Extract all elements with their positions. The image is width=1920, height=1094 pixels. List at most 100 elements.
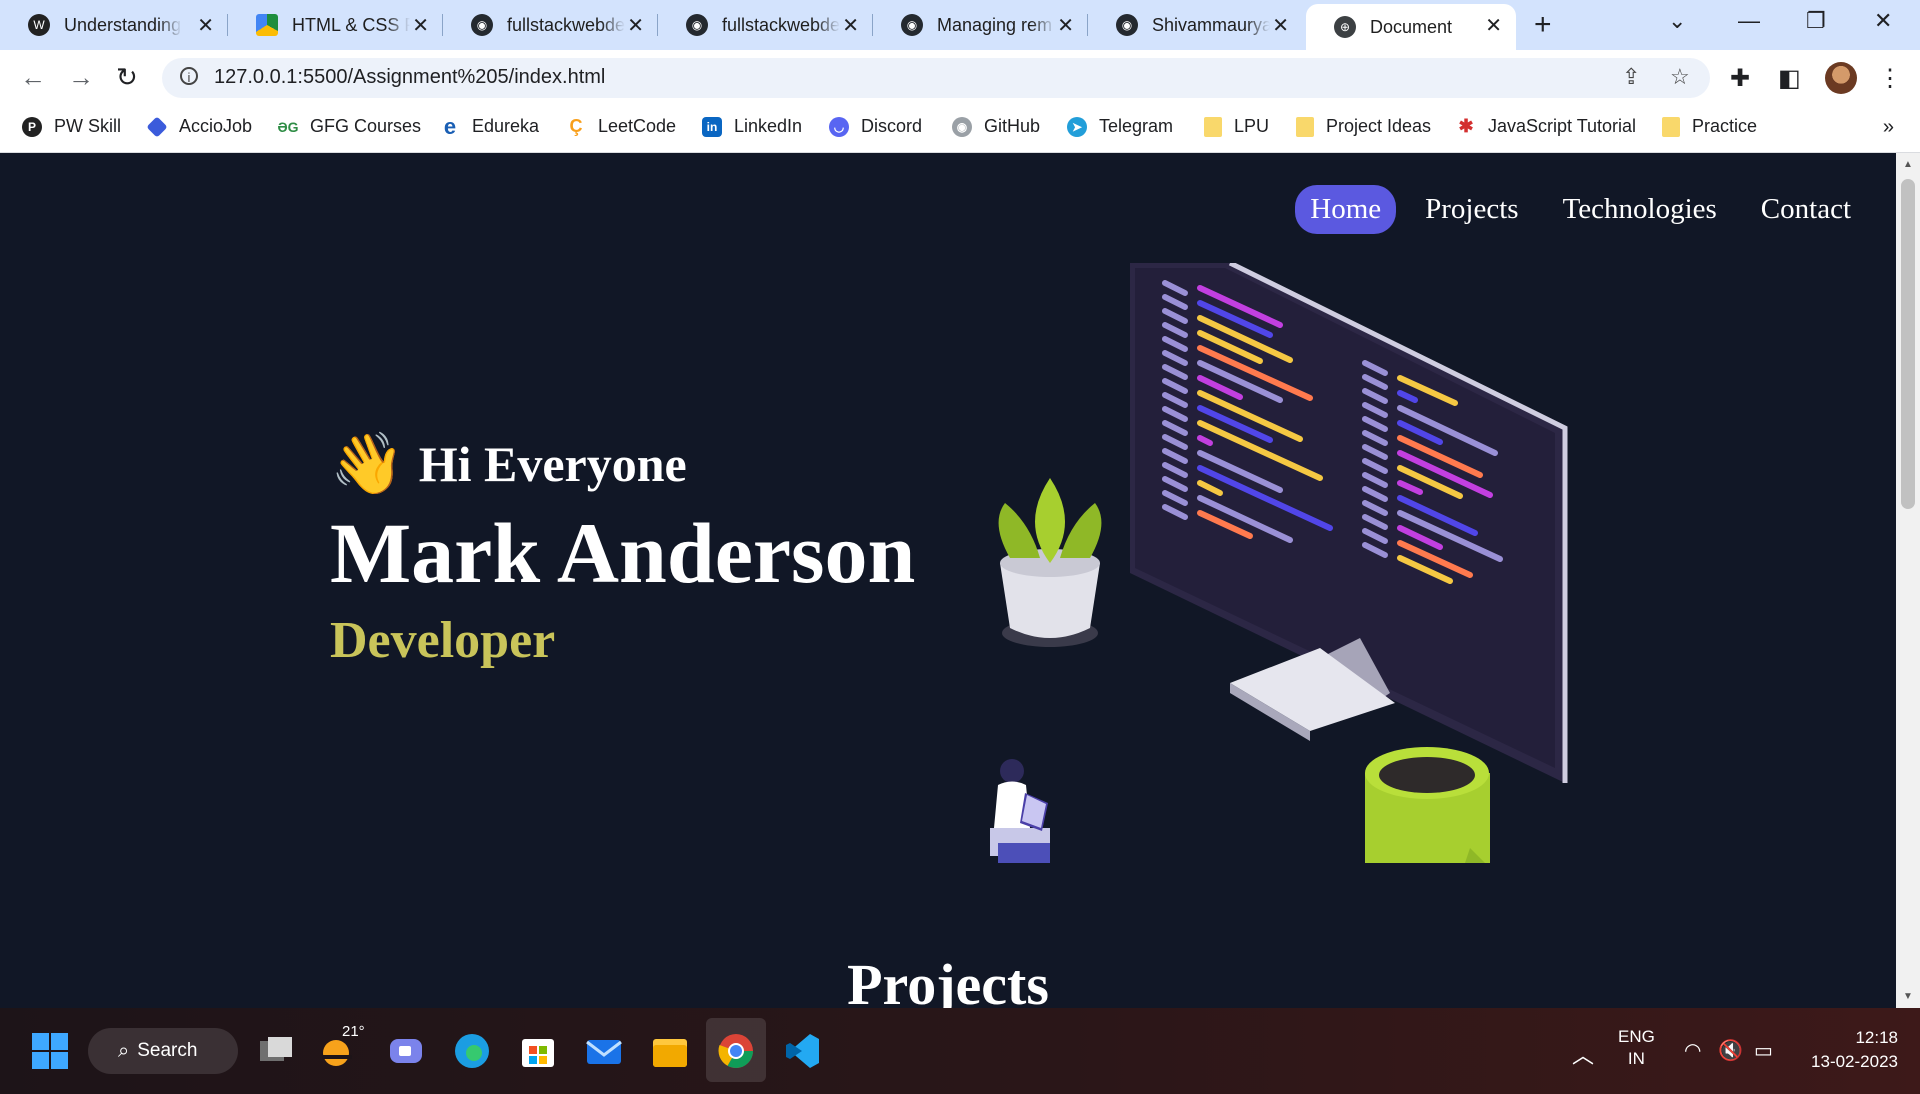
extensions-icon[interactable]: ✚ (1730, 64, 1750, 93)
bookmark-discord[interactable]: ◡ Discord (829, 116, 922, 137)
mail-icon[interactable] (584, 1031, 624, 1071)
forward-button[interactable]: → (68, 62, 94, 93)
greeting-text: Hi Everyone (418, 435, 687, 492)
telegram-icon: ➤ (1067, 116, 1087, 137)
close-icon[interactable]: ✕ (1057, 13, 1074, 38)
bookmark-practice[interactable]: Practice (1662, 116, 1757, 137)
tab-fullstack-2[interactable]: ◉ fullstackwebde ✕ (658, 0, 873, 50)
language-indicator[interactable]: ENG IN (1618, 1026, 1655, 1070)
volume-muted-icon[interactable]: 🔇 (1718, 1038, 1743, 1063)
teams-chat-icon[interactable] (386, 1031, 426, 1071)
lang-code: ENG (1618, 1027, 1655, 1046)
nav-contact[interactable]: Contact (1746, 185, 1866, 234)
back-button[interactable]: ← (20, 62, 46, 93)
file-explorer-icon[interactable] (650, 1031, 690, 1071)
monitor-icon (1130, 263, 1568, 783)
clock-date: 13-02-2023 (1811, 1052, 1898, 1071)
restore-button[interactable]: ❐ (1806, 8, 1826, 34)
taskbar-search[interactable]: ⌕ Search (88, 1028, 238, 1074)
close-icon[interactable]: ✕ (1485, 13, 1502, 38)
close-window-button[interactable]: ✕ (1874, 8, 1892, 34)
bookmark-github[interactable]: ◉ GitHub (952, 116, 1040, 137)
bookmark-label: LeetCode (598, 116, 677, 136)
scroll-down-icon[interactable]: ▼ (1903, 991, 1913, 1002)
developer-illustration (990, 263, 1568, 863)
github-icon: ◉ (901, 14, 923, 36)
bookmark-acciojob[interactable]: AccioJob (146, 115, 252, 138)
bookmark-label: Telegram (1099, 116, 1174, 136)
windows-start-icon[interactable] (30, 1031, 70, 1071)
reload-button[interactable]: ↻ (116, 62, 138, 93)
vscode-icon[interactable] (782, 1031, 822, 1071)
hero-name: Mark Anderson (330, 505, 916, 601)
bookmark-leetcode[interactable]: Ç LeetCode (566, 116, 677, 137)
nav-projects[interactable]: Projects (1410, 185, 1533, 234)
folder-icon (1204, 116, 1222, 137)
bookmark-label: GitHub (984, 116, 1041, 136)
scrollbar-thumb[interactable] (1901, 179, 1915, 509)
nav-home[interactable]: Home (1295, 185, 1397, 234)
bookmark-gfg[interactable]: ƏG GFG Courses (277, 116, 421, 137)
tab-understanding[interactable]: W Understanding ✕ (0, 0, 228, 50)
bookmark-javascript-tutorial[interactable]: ✱ JavaScript Tutorial (1456, 116, 1636, 137)
nav-technologies[interactable]: Technologies (1548, 185, 1732, 234)
scroll-up-icon[interactable]: ▲ (1903, 159, 1913, 170)
bookmark-linkedin[interactable]: in LinkedIn (702, 116, 802, 137)
coffee-mug-icon (1365, 747, 1490, 863)
chrome-icon[interactable] (716, 1031, 756, 1071)
battery-icon[interactable]: ▭ (1754, 1038, 1773, 1063)
bookmark-edureka[interactable]: e Edureka (440, 113, 539, 139)
page-scrollbar[interactable]: ▲ ▼ (1896, 153, 1920, 1008)
avatar[interactable] (1825, 62, 1857, 94)
bookmark-lpu[interactable]: LPU (1204, 116, 1269, 137)
search-label: Search (137, 1040, 198, 1061)
tab-html-css[interactable]: HTML & CSS P ✕ (228, 0, 443, 50)
folder-icon (1296, 116, 1314, 137)
menu-icon[interactable]: ⋮ (1878, 64, 1902, 93)
tab-search-icon[interactable]: ⌄ (1668, 8, 1686, 34)
close-icon[interactable]: ✕ (412, 13, 429, 38)
share-icon[interactable]: ⇪ (1622, 64, 1640, 90)
weather-widget[interactable]: 21° (318, 1023, 365, 1071)
tab-title: Shivammaurya (1152, 14, 1270, 35)
weather-temp: 21° (342, 1023, 365, 1040)
bookmark-project-ideas[interactable]: Project Ideas (1296, 116, 1431, 137)
bookmark-telegram[interactable]: ➤ Telegram (1067, 116, 1173, 137)
side-panel-icon[interactable]: ◧ (1778, 64, 1801, 93)
toolbar: ← → ↻ i 127.0.0.1:5500/Assignment%205/in… (0, 50, 1920, 106)
gfg-icon: ƏG (277, 118, 299, 135)
site-nav: Home Projects Technologies Contact (1295, 185, 1866, 234)
lang-region: IN (1627, 1049, 1645, 1068)
hero-text: 👋 Hi Everyone Mark Anderson Developer (330, 428, 915, 670)
omnibox[interactable]: i 127.0.0.1:5500/Assignment%205/index.ht… (162, 58, 1710, 98)
microsoft-store-icon[interactable] (518, 1031, 558, 1071)
close-icon[interactable]: ✕ (1272, 13, 1289, 38)
new-tab-button[interactable]: + (1534, 8, 1552, 42)
close-icon[interactable]: ✕ (842, 13, 859, 38)
site-info-icon[interactable]: i (180, 67, 198, 85)
github-icon: ◉ (471, 14, 493, 36)
tab-fullstack-1[interactable]: ◉ fullstackwebde ✕ (443, 0, 658, 50)
bookmark-star-icon[interactable]: ☆ (1670, 64, 1690, 90)
waving-hand-icon: 👋 (330, 431, 405, 497)
discord-icon: ◡ (829, 116, 849, 137)
clock[interactable]: 12:18 13-02-2023 (1798, 1026, 1898, 1074)
chevron-up-icon[interactable]: ︿ (1572, 1038, 1594, 1070)
wifi-icon[interactable]: ◠ (1684, 1038, 1701, 1063)
tab-shivammaurya[interactable]: ◉ Shivammaurya ✕ (1088, 0, 1303, 50)
task-view-icon[interactable] (256, 1031, 296, 1071)
tab-title: HTML & CSS P (292, 14, 410, 35)
close-icon[interactable]: ✕ (627, 13, 644, 38)
edge-icon[interactable] (452, 1031, 492, 1071)
edureka-icon: e (443, 113, 457, 139)
tab-managing-remote[interactable]: ◉ Managing rem ✕ (873, 0, 1088, 50)
bookmark-pw-skill[interactable]: P PW Skill (22, 116, 121, 137)
person-with-laptop-icon (990, 759, 1050, 863)
close-icon[interactable]: ✕ (197, 13, 214, 38)
tab-document[interactable]: ⊕ Document ✕ (1306, 4, 1516, 50)
projects-heading: Projects (847, 952, 1049, 1008)
minimize-button[interactable]: — (1738, 8, 1760, 34)
greeting: 👋 Hi Everyone (330, 428, 915, 499)
more-bookmarks-icon[interactable]: » (1883, 116, 1894, 139)
url-text[interactable]: 127.0.0.1:5500/Assignment%205/index.html (214, 66, 605, 89)
